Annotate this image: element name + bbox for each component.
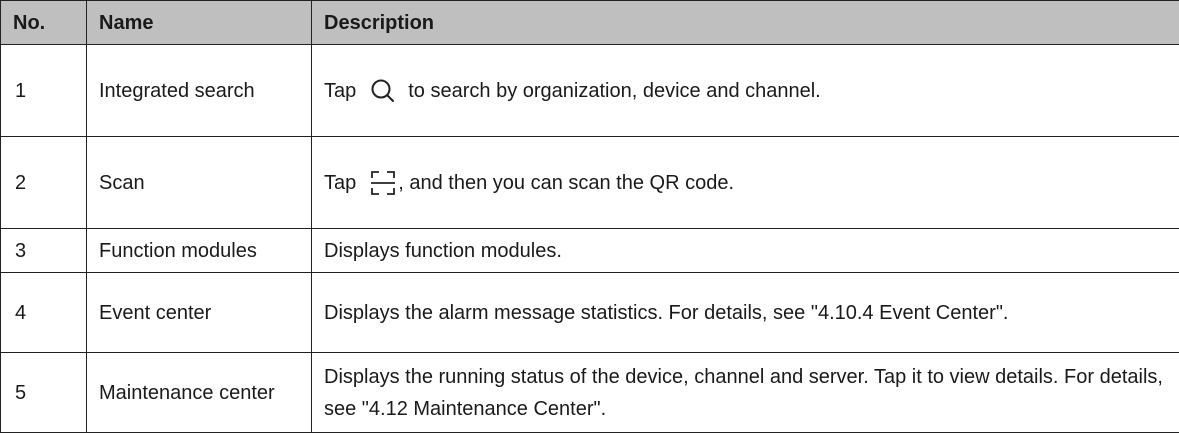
row-name: Integrated search: [87, 45, 312, 137]
row-name: Event center: [87, 273, 312, 353]
description-suffix: to search by organization, device and ch…: [408, 75, 821, 107]
row-name: Maintenance center: [87, 353, 312, 433]
header-description: Description: [312, 1, 1179, 45]
row-number: 5: [1, 353, 87, 433]
description-prefix: Tap: [324, 167, 356, 199]
row-name: Function modules: [87, 229, 312, 273]
header-name: Name: [87, 1, 312, 45]
row-description: Tap , and then you can scan the QR code.: [312, 137, 1179, 229]
table-row: 3 Function modules Displays function mod…: [1, 229, 1179, 273]
row-number: 4: [1, 273, 87, 353]
row-number: 2: [1, 137, 87, 229]
scan-icon: [370, 169, 396, 197]
row-description: Tap to search by organization, device an…: [312, 45, 1179, 137]
row-description: Displays the running status of the devic…: [312, 353, 1179, 433]
table-row: 2 Scan Tap , and then you can scan: [1, 137, 1179, 229]
header-no: No.: [1, 1, 87, 45]
description-suffix: , and then you can scan the QR code.: [398, 167, 734, 199]
search-icon: [370, 78, 396, 104]
table-header-row: No. Name Description: [1, 1, 1179, 45]
row-description: Displays function modules.: [312, 229, 1179, 273]
row-name: Scan: [87, 137, 312, 229]
table-row: 5 Maintenance center Displays the runnin…: [1, 353, 1179, 433]
row-number: 3: [1, 229, 87, 273]
row-number: 1: [1, 45, 87, 137]
table-row: 1 Integrated search Tap to search by org…: [1, 45, 1179, 137]
table-row: 4 Event center Displays the alarm messag…: [1, 273, 1179, 353]
row-description: Displays the alarm message statistics. F…: [312, 273, 1179, 353]
description-prefix: Tap: [324, 75, 356, 107]
description-table: No. Name Description 1 Integrated search…: [0, 0, 1179, 433]
